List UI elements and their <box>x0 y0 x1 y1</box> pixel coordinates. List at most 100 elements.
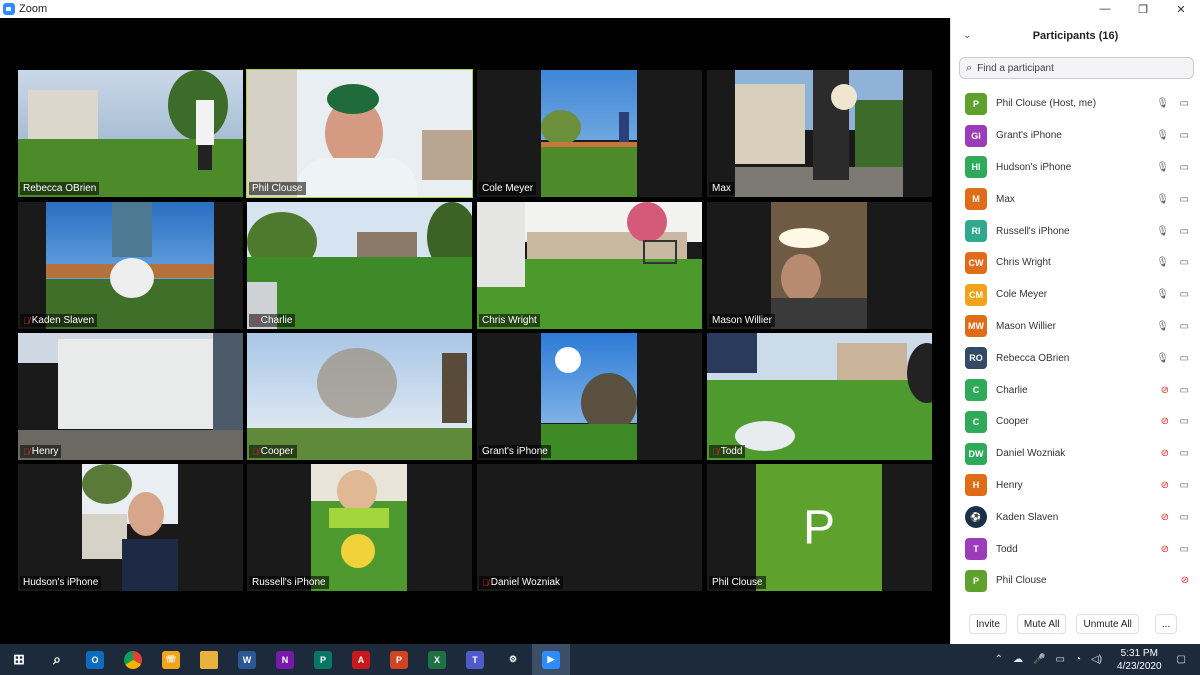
participant-row[interactable]: P Phil Clouse ⊘ <box>951 565 1200 597</box>
mic-muted-icon[interactable]: ⊘ <box>1161 480 1169 491</box>
participant-row[interactable]: P Phil Clouse (Host, me) 🎙 ▭ <box>951 88 1200 120</box>
taskbar-file-explorer-button[interactable] <box>190 644 228 675</box>
wifi-icon[interactable]: ◔ <box>1075 654 1081 665</box>
mic-muted-icon[interactable]: ⊘ <box>1161 416 1169 427</box>
camera-icon[interactable]: ▭ <box>1180 512 1189 523</box>
microphone-icon[interactable]: 🎙 <box>1156 353 1169 364</box>
participant-row[interactable]: DW Daniel Wozniak ⊘ ▭ <box>951 438 1200 470</box>
camera-icon[interactable]: ▭ <box>1180 480 1189 491</box>
onedrive-icon[interactable]: ☁ <box>1013 654 1023 665</box>
participant-row[interactable]: MW Mason Willier 🎙 ▭ <box>951 311 1200 343</box>
microphone-icon[interactable]: 🎙 <box>1156 130 1169 141</box>
video-tile[interactable]: 🎙̸ Henry <box>18 333 243 460</box>
taskbar-powerpoint-button[interactable]: P <box>380 644 418 675</box>
participant-row[interactable]: RI Russell's iPhone 🎙 ▭ <box>951 215 1200 247</box>
participant-row[interactable]: C Charlie ⊘ ▭ <box>951 374 1200 406</box>
video-tile[interactable]: Max <box>707 70 932 197</box>
taskbar-zoom-button[interactable]: ▶ <box>532 644 570 675</box>
camera-icon[interactable]: ▭ <box>1180 130 1189 141</box>
microphone-icon[interactable]: 🎙 <box>1156 194 1169 205</box>
taskbar-search-button[interactable]: ⌕ <box>38 644 76 675</box>
chevron-up-icon[interactable]: ⌃ <box>995 654 1003 665</box>
microphone-icon[interactable]: 🎙 <box>1156 289 1169 300</box>
video-tile[interactable]: Chris Wright <box>477 202 702 329</box>
more-button[interactable]: ... <box>1154 614 1178 634</box>
camera-icon[interactable]: ▭ <box>1180 353 1189 364</box>
participant-row[interactable]: M Max 🎙 ▭ <box>951 183 1200 215</box>
camera-icon[interactable]: ▭ <box>1180 226 1189 237</box>
video-tile[interactable]: 🎙̸ Cooper <box>247 333 472 460</box>
powerpoint-icon: P <box>390 650 408 669</box>
taskbar-settings-button[interactable]: ⚙ <box>494 644 532 675</box>
camera-icon[interactable]: ▭ <box>1180 448 1189 459</box>
participant-row[interactable]: GI Grant's iPhone 🎙 ▭ <box>951 120 1200 152</box>
mic-muted-icon[interactable]: ⊘ <box>1161 512 1169 523</box>
participant-row[interactable]: CW Chris Wright 🎙 ▭ <box>951 247 1200 279</box>
taskbar-chrome-button[interactable] <box>114 644 152 675</box>
camera-icon[interactable]: ▭ <box>1180 544 1189 555</box>
microphone-icon[interactable]: 🎙 <box>1156 321 1169 332</box>
video-tile-active-speaker[interactable]: Phil Clouse <box>246 69 473 198</box>
volume-icon[interactable]: ◁) <box>1091 654 1102 665</box>
camera-icon[interactable]: ▭ <box>1180 257 1189 268</box>
participant-search[interactable]: ⌕ <box>959 57 1194 79</box>
video-tile[interactable]: Grant's iPhone <box>477 333 702 460</box>
mic-muted-icon[interactable]: ⊘ <box>1161 385 1169 396</box>
taskbar-excel-button[interactable]: X <box>418 644 456 675</box>
taskbar-word-button[interactable]: W <box>228 644 266 675</box>
participant-row[interactable]: C Cooper ⊘ ▭ <box>951 406 1200 438</box>
participant-row[interactable]: T Todd ⊘ ▭ <box>951 533 1200 565</box>
participant-row[interactable]: RO Rebecca OBrien 🎙 ▭ <box>951 342 1200 374</box>
video-tile[interactable]: Mason Willier <box>707 202 932 329</box>
taskbar-publisher-button[interactable]: P <box>304 644 342 675</box>
camera-off-icon[interactable]: ⊘ <box>1181 575 1189 586</box>
video-tile[interactable]: 🎙Rebecca OBrien <box>18 70 243 197</box>
taskbar-start-button[interactable]: ⊞ <box>0 644 38 675</box>
microphone-icon[interactable]: 🎙 <box>1156 257 1169 268</box>
battery-icon[interactable]: ▭ <box>1056 654 1065 665</box>
camera-icon[interactable]: ▭ <box>1180 194 1189 205</box>
invite-button[interactable]: Invite <box>969 614 1007 634</box>
video-tile[interactable]: 🎙̸ Todd <box>707 333 932 460</box>
search-input[interactable] <box>977 62 1178 74</box>
microphone-icon[interactable]: 🎤 <box>1033 654 1045 665</box>
camera-icon[interactable]: ▭ <box>1180 162 1189 173</box>
publisher-icon: P <box>314 650 332 669</box>
microphone-icon[interactable]: 🎙 <box>1156 162 1169 173</box>
restore-button[interactable]: ❐ <box>1124 0 1162 18</box>
camera-icon[interactable]: ▭ <box>1180 289 1189 300</box>
camera-icon[interactable]: ▭ <box>1180 98 1189 109</box>
chevron-down-icon[interactable]: ⌄ <box>963 30 971 41</box>
mic-muted-icon[interactable]: ⊘ <box>1161 448 1169 459</box>
taskbar-teams-button[interactable]: T <box>456 644 494 675</box>
unmute-all-button[interactable]: Unmute All <box>1076 614 1139 634</box>
participant-row[interactable]: CM Cole Meyer 🎙 ▭ <box>951 279 1200 311</box>
close-button[interactable]: ✕ <box>1162 0 1200 18</box>
video-tile-camera-off[interactable]: P Phil Clouse <box>707 464 932 591</box>
taskbar-outlook-button[interactable]: O <box>76 644 114 675</box>
video-tile[interactable]: 🎙̸ Charlie <box>247 202 472 329</box>
notifications-icon[interactable]: ▢ <box>1177 654 1186 665</box>
mic-muted-icon[interactable]: ⊘ <box>1161 544 1169 555</box>
camera-icon[interactable]: ▭ <box>1180 416 1189 427</box>
video-tile[interactable]: Cole Meyer <box>477 70 702 197</box>
clock[interactable]: 5:31 PM 4/23/2020 <box>1117 647 1162 673</box>
participant-row[interactable]: H Henry ⊘ ▭ <box>951 470 1200 502</box>
taskbar-phone-button[interactable]: ☏ <box>152 644 190 675</box>
minimize-button[interactable]: — <box>1086 0 1124 18</box>
participant-row[interactable]: HI Hudson's iPhone 🎙 ▭ <box>951 152 1200 184</box>
taskbar-onenote-button[interactable]: N <box>266 644 304 675</box>
participant-name: Kaden Slaven <box>996 511 1059 523</box>
mute-all-button[interactable]: Mute All <box>1016 614 1067 634</box>
taskbar-acrobat-button[interactable]: A <box>342 644 380 675</box>
video-tile[interactable]: Russell's iPhone <box>247 464 472 591</box>
camera-icon[interactable]: ▭ <box>1180 385 1189 396</box>
camera-icon[interactable]: ▭ <box>1180 321 1189 332</box>
microphone-icon[interactable]: 🎙 <box>1156 98 1169 109</box>
microphone-icon[interactable]: 🎙 <box>1156 226 1169 237</box>
video-tile[interactable]: Hudson's iPhone <box>18 464 243 591</box>
video-tile[interactable]: 🎙̸ Kaden Slaven <box>18 202 243 329</box>
video-tile-camera-off[interactable]: 🎙̸ Daniel Wozniak <box>477 464 702 591</box>
teams-icon: T <box>466 650 484 669</box>
participant-row[interactable]: ⚽ Kaden Slaven ⊘ ▭ <box>951 501 1200 533</box>
